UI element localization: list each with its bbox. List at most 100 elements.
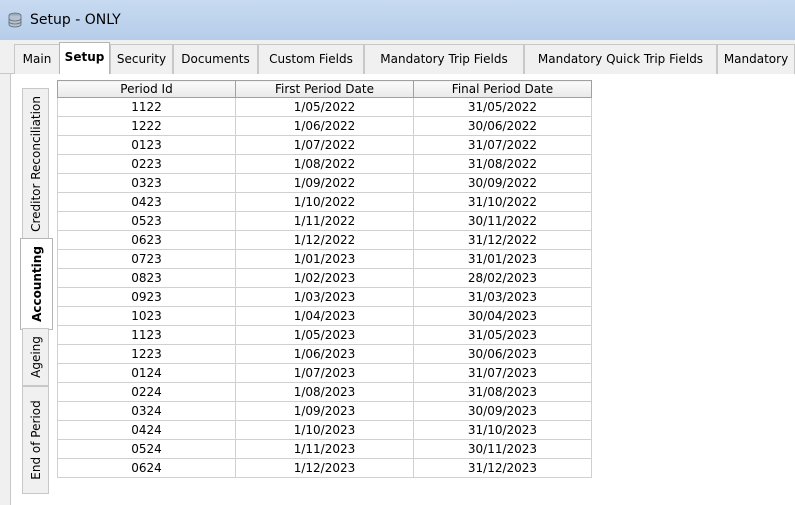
table-row[interactable]: 0423 1/10/2022 31/10/2022	[57, 192, 592, 212]
period-id-cell[interactable]: 0124	[57, 363, 236, 383]
final-period-date-cell[interactable]: 31/05/2022	[413, 97, 592, 117]
final-period-date-cell[interactable]: 31/08/2023	[413, 382, 592, 402]
table-row[interactable]: 0524 1/11/2023 30/11/2023	[57, 439, 592, 459]
first-period-date-cell[interactable]: 1/02/2023	[235, 268, 414, 288]
final-period-date-cell[interactable]: 31/12/2022	[413, 230, 592, 250]
table-row[interactable]: 0624 1/12/2023 31/12/2023	[57, 458, 592, 478]
period-id-cell[interactable]: 1123	[57, 325, 236, 345]
first-period-date-cell[interactable]: 1/07/2022	[235, 135, 414, 155]
period-id-cell[interactable]: 0423	[57, 192, 236, 212]
final-period-date-cell[interactable]: 30/06/2022	[413, 116, 592, 136]
tab-setup[interactable]: Setup	[59, 42, 110, 75]
period-id-cell[interactable]: 0324	[57, 401, 236, 421]
first-period-date-cell[interactable]: 1/10/2022	[235, 192, 414, 212]
period-id-cell[interactable]: 0923	[57, 287, 236, 307]
table-row[interactable]: 0623 1/12/2022 31/12/2022	[57, 230, 592, 250]
side-tab-accounting[interactable]: Accounting	[20, 238, 53, 330]
first-period-date-cell[interactable]: 1/09/2023	[235, 401, 414, 421]
table-row[interactable]: 0723 1/01/2023 31/01/2023	[57, 249, 592, 269]
title-bar: Setup - ONLY	[0, 0, 795, 40]
window-title: Setup - ONLY	[30, 12, 121, 28]
first-period-date-cell[interactable]: 1/11/2023	[235, 439, 414, 459]
table-row[interactable]: 0223 1/08/2022 31/08/2022	[57, 154, 592, 174]
final-period-date-cell[interactable]: 31/10/2023	[413, 420, 592, 440]
tab-documents[interactable]: Documents	[173, 44, 258, 74]
period-id-cell[interactable]: 0424	[57, 420, 236, 440]
period-id-cell[interactable]: 0224	[57, 382, 236, 402]
tab-custom-fields[interactable]: Custom Fields	[258, 44, 364, 74]
first-period-date-cell[interactable]: 1/11/2022	[235, 211, 414, 231]
first-period-date-cell[interactable]: 1/03/2023	[235, 287, 414, 307]
period-id-cell[interactable]: 0123	[57, 135, 236, 155]
first-period-date-cell[interactable]: 1/01/2023	[235, 249, 414, 269]
final-period-date-cell[interactable]: 28/02/2023	[413, 268, 592, 288]
grid-header-row: Period Id First Period Date Final Period…	[57, 80, 592, 98]
first-period-date-cell[interactable]: 1/08/2023	[235, 382, 414, 402]
period-id-cell[interactable]: 1223	[57, 344, 236, 364]
final-period-date-cell[interactable]: 30/09/2022	[413, 173, 592, 193]
period-id-cell[interactable]: 1122	[57, 97, 236, 117]
final-period-date-cell[interactable]: 31/01/2023	[413, 249, 592, 269]
table-row[interactable]: 1023 1/04/2023 30/04/2023	[57, 306, 592, 326]
table-row[interactable]: 1123 1/05/2023 31/05/2023	[57, 325, 592, 345]
column-header-final-period-date[interactable]: Final Period Date	[413, 80, 592, 98]
first-period-date-cell[interactable]: 1/05/2023	[235, 325, 414, 345]
first-period-date-cell[interactable]: 1/06/2023	[235, 344, 414, 364]
column-header-period-id[interactable]: Period Id	[57, 80, 236, 98]
period-id-cell[interactable]: 0624	[57, 458, 236, 478]
tab-main[interactable]: Main	[14, 44, 60, 74]
final-period-date-cell[interactable]: 31/12/2023	[413, 458, 592, 478]
column-header-first-period-date[interactable]: First Period Date	[235, 80, 414, 98]
table-row[interactable]: 1122 1/05/2022 31/05/2022	[57, 97, 592, 117]
side-tab-end-of-period[interactable]: End of Period	[22, 386, 49, 494]
period-id-cell[interactable]: 0723	[57, 249, 236, 269]
first-period-date-cell[interactable]: 1/06/2022	[235, 116, 414, 136]
period-id-cell[interactable]: 1222	[57, 116, 236, 136]
database-icon	[8, 12, 22, 28]
final-period-date-cell[interactable]: 31/10/2022	[413, 192, 592, 212]
final-period-date-cell[interactable]: 31/07/2022	[413, 135, 592, 155]
side-tab-creditor-reconciliation[interactable]: Creditor Reconciliation	[22, 88, 49, 240]
final-period-date-cell[interactable]: 30/09/2023	[413, 401, 592, 421]
final-period-date-cell[interactable]: 30/11/2022	[413, 211, 592, 231]
period-id-cell[interactable]: 0623	[57, 230, 236, 250]
first-period-date-cell[interactable]: 1/12/2022	[235, 230, 414, 250]
first-period-date-cell[interactable]: 1/05/2022	[235, 97, 414, 117]
table-row[interactable]: 0324 1/09/2023 30/09/2023	[57, 401, 592, 421]
table-row[interactable]: 0923 1/03/2023 31/03/2023	[57, 287, 592, 307]
final-period-date-cell[interactable]: 30/06/2023	[413, 344, 592, 364]
final-period-date-cell[interactable]: 31/07/2023	[413, 363, 592, 383]
final-period-date-cell[interactable]: 30/04/2023	[413, 306, 592, 326]
table-row[interactable]: 1223 1/06/2023 30/06/2023	[57, 344, 592, 364]
period-id-cell[interactable]: 0524	[57, 439, 236, 459]
final-period-date-cell[interactable]: 30/11/2023	[413, 439, 592, 459]
period-id-cell[interactable]: 0823	[57, 268, 236, 288]
table-row[interactable]: 0123 1/07/2022 31/07/2022	[57, 135, 592, 155]
side-tab-strip: Creditor Reconciliation Accounting Agein…	[10, 74, 53, 505]
period-id-cell[interactable]: 0223	[57, 154, 236, 174]
first-period-date-cell[interactable]: 1/07/2023	[235, 363, 414, 383]
tab-mandatory-quick-trip-fields[interactable]: Mandatory Quick Trip Fields	[524, 44, 717, 74]
table-row[interactable]: 0323 1/09/2022 30/09/2022	[57, 173, 592, 193]
first-period-date-cell[interactable]: 1/09/2022	[235, 173, 414, 193]
table-row[interactable]: 0424 1/10/2023 31/10/2023	[57, 420, 592, 440]
table-row[interactable]: 0523 1/11/2022 30/11/2022	[57, 211, 592, 231]
first-period-date-cell[interactable]: 1/04/2023	[235, 306, 414, 326]
side-tab-ageing[interactable]: Ageing	[22, 328, 49, 386]
table-row[interactable]: 0224 1/08/2023 31/08/2023	[57, 382, 592, 402]
period-id-cell[interactable]: 0523	[57, 211, 236, 231]
period-id-cell[interactable]: 0323	[57, 173, 236, 193]
period-id-cell[interactable]: 1023	[57, 306, 236, 326]
first-period-date-cell[interactable]: 1/08/2022	[235, 154, 414, 174]
tab-mandatory-trip-fields[interactable]: Mandatory Trip Fields	[364, 44, 524, 74]
tab-security[interactable]: Security	[110, 44, 173, 74]
final-period-date-cell[interactable]: 31/08/2022	[413, 154, 592, 174]
final-period-date-cell[interactable]: 31/05/2023	[413, 325, 592, 345]
tab-mandatory[interactable]: Mandatory	[717, 44, 795, 74]
final-period-date-cell[interactable]: 31/03/2023	[413, 287, 592, 307]
table-row[interactable]: 0124 1/07/2023 31/07/2023	[57, 363, 592, 383]
table-row[interactable]: 1222 1/06/2022 30/06/2022	[57, 116, 592, 136]
first-period-date-cell[interactable]: 1/12/2023	[235, 458, 414, 478]
first-period-date-cell[interactable]: 1/10/2023	[235, 420, 414, 440]
table-row[interactable]: 0823 1/02/2023 28/02/2023	[57, 268, 592, 288]
